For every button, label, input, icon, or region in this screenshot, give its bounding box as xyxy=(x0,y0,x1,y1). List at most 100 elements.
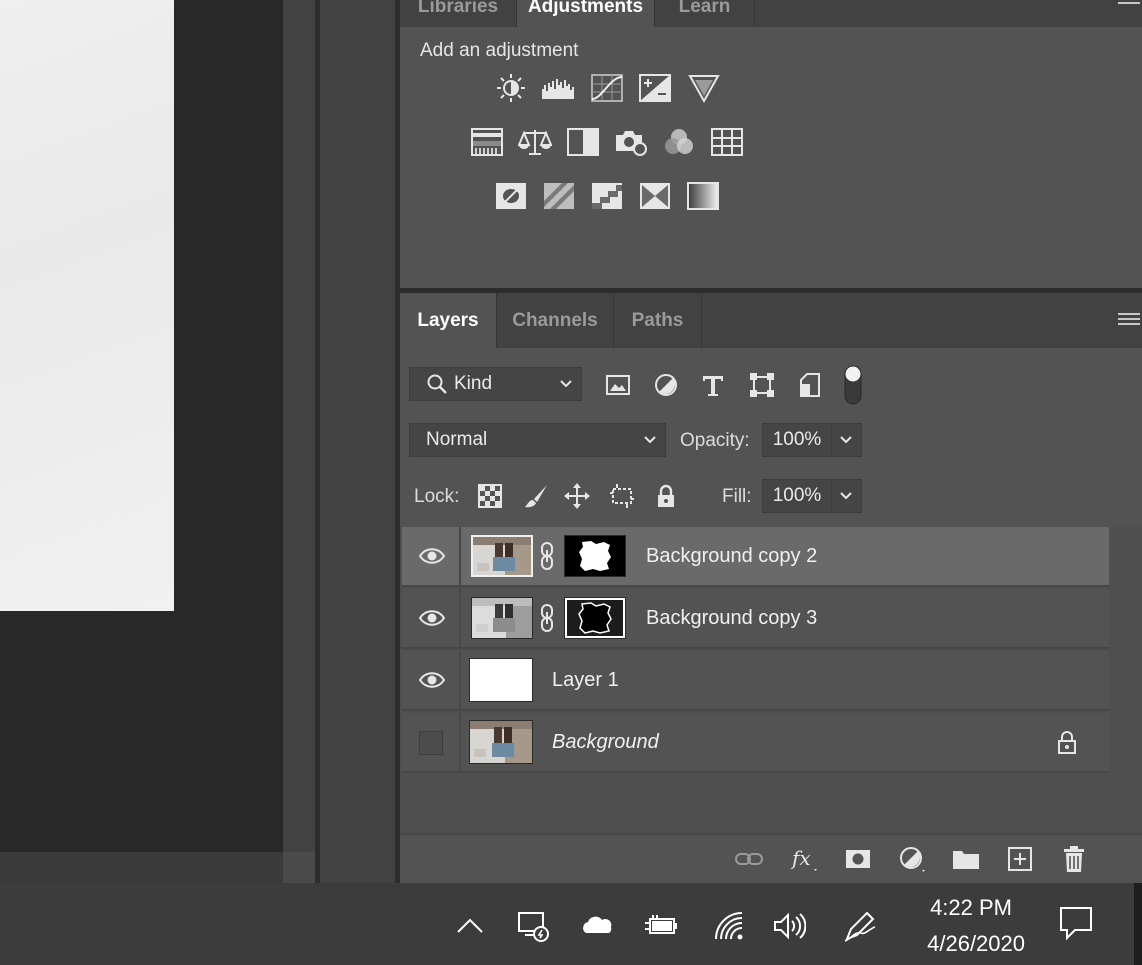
panel-menu-icon[interactable] xyxy=(1118,0,1140,7)
onedrive-cloud-icon[interactable] xyxy=(580,909,614,943)
levels-icon[interactable] xyxy=(541,73,575,103)
curves-icon[interactable] xyxy=(590,73,624,103)
new-layer-icon[interactable] xyxy=(1005,845,1035,873)
visibility-toggle[interactable] xyxy=(402,713,461,771)
visibility-toggle[interactable] xyxy=(402,589,461,647)
color-balance-icon[interactable] xyxy=(518,127,552,157)
layer-filter-dropdown[interactable]: Kind xyxy=(409,367,582,401)
link-layers-icon[interactable] xyxy=(734,845,764,873)
tab-learn[interactable]: Learn xyxy=(655,0,755,27)
tab-label: Adjustments xyxy=(527,0,644,17)
layer-thumbnail[interactable] xyxy=(471,535,533,577)
layer-row-background-copy-2[interactable]: Background copy 2 xyxy=(402,527,1109,587)
svg-text:fx: fx xyxy=(790,846,811,870)
layer-name[interactable]: Background xyxy=(552,713,659,771)
layer-mask-thumbnail[interactable] xyxy=(564,535,626,577)
eye-icon xyxy=(418,546,446,566)
collapsed-panel-dock[interactable] xyxy=(320,0,395,883)
tab-adjustments[interactable]: Adjustments xyxy=(517,0,655,27)
layer-thumbnail[interactable] xyxy=(471,597,533,639)
vertical-scrollbar[interactable] xyxy=(283,0,315,883)
layer-row-background-copy-3[interactable]: Background copy 3 xyxy=(402,589,1109,649)
volume-icon[interactable] xyxy=(772,909,806,943)
gradient-map-icon[interactable] xyxy=(686,181,720,211)
layer-thumbnail[interactable] xyxy=(469,658,533,702)
smart-object-filter-icon[interactable] xyxy=(796,371,824,399)
pen-workspace-icon[interactable] xyxy=(843,909,877,943)
lock-icon[interactable] xyxy=(1056,730,1078,754)
tab-libraries[interactable]: Libraries xyxy=(400,0,517,27)
device-sync-icon[interactable] xyxy=(517,909,551,943)
search-icon xyxy=(426,373,448,395)
vibrance-icon[interactable] xyxy=(687,73,721,103)
horizontal-scrollbar[interactable] xyxy=(0,852,283,883)
clock-date[interactable]: 4/26/2020 xyxy=(927,931,1025,957)
action-center-notification-icon[interactable] xyxy=(1059,905,1093,941)
selective-color-icon[interactable] xyxy=(638,181,672,211)
layer-name[interactable]: Layer 1 xyxy=(552,651,619,709)
lock-transparent-pixels-icon[interactable] xyxy=(476,482,504,510)
layer-row-layer-1[interactable]: Layer 1 xyxy=(402,651,1109,711)
visibility-toggle[interactable] xyxy=(402,527,461,585)
hue-saturation-icon[interactable] xyxy=(470,127,504,157)
artboard-lock-icon[interactable] xyxy=(608,482,636,510)
visibility-toggle[interactable] xyxy=(402,651,461,709)
adjustment-layer-filter-icon[interactable] xyxy=(652,371,680,399)
invert-icon[interactable] xyxy=(494,181,528,211)
opacity-slider-button[interactable] xyxy=(831,423,862,457)
shape-layer-filter-icon[interactable] xyxy=(748,371,776,399)
scrollbar-corner xyxy=(283,852,315,883)
pixel-layer-filter-icon[interactable] xyxy=(604,371,632,399)
filter-toggle-switch[interactable] xyxy=(844,365,862,405)
panel-menu-icon[interactable] xyxy=(1118,310,1140,328)
chevron-up-icon[interactable] xyxy=(453,909,487,943)
fill-label: Fill: xyxy=(722,486,752,507)
opacity-value: 100% xyxy=(772,429,822,450)
tab-paths[interactable]: Paths xyxy=(614,293,702,348)
link-icon[interactable] xyxy=(539,603,555,633)
fill-slider-button[interactable] xyxy=(831,479,862,513)
brush-icon[interactable] xyxy=(522,482,550,510)
layer-row-background[interactable]: Background xyxy=(402,713,1109,773)
tab-channels[interactable]: Channels xyxy=(497,293,614,348)
tab-layers[interactable]: Layers xyxy=(400,293,497,348)
tab-label: Layers xyxy=(417,309,479,331)
layer-thumbnail[interactable] xyxy=(469,720,533,764)
chevron-down-icon xyxy=(839,491,853,501)
layer-name[interactable]: Background copy 2 xyxy=(646,527,817,585)
lock-all-icon[interactable] xyxy=(652,482,680,510)
add-mask-icon[interactable] xyxy=(843,845,873,873)
color-lookup-icon[interactable] xyxy=(710,127,744,157)
new-group-folder-icon[interactable] xyxy=(951,845,981,873)
adjustments-panel: Libraries Adjustments Learn Add an adjus… xyxy=(400,0,1142,288)
exposure-icon[interactable] xyxy=(638,73,672,103)
chevron-down-icon xyxy=(559,379,573,389)
clock-time[interactable]: 4:22 PM xyxy=(930,895,1012,921)
posterize-icon[interactable] xyxy=(542,181,576,211)
opacity-input[interactable]: 100% xyxy=(762,423,832,457)
fill-input[interactable]: 100% xyxy=(762,479,832,513)
document-image[interactable] xyxy=(0,0,174,611)
move-icon[interactable] xyxy=(563,482,591,510)
wifi-icon[interactable] xyxy=(712,909,746,943)
blend-mode-dropdown[interactable]: Normal xyxy=(409,423,666,457)
new-adjustment-layer-icon[interactable] xyxy=(897,845,927,873)
adjustments-title: Add an adjustment xyxy=(420,40,579,61)
black-white-icon[interactable] xyxy=(566,127,600,157)
photo-filter-icon[interactable] xyxy=(614,127,648,157)
channel-mixer-icon[interactable] xyxy=(662,127,696,157)
delete-layer-trash-icon[interactable] xyxy=(1059,845,1089,873)
chevron-down-icon xyxy=(643,435,657,445)
layer-mask-thumbnail[interactable] xyxy=(564,597,626,639)
type-layer-filter-icon[interactable] xyxy=(699,371,727,399)
link-icon[interactable] xyxy=(539,541,555,571)
show-desktop-button[interactable] xyxy=(1134,883,1142,965)
battery-charging-icon[interactable] xyxy=(644,909,678,943)
layers-footer-toolbar: fx xyxy=(400,833,1142,883)
layers-panel: Layers Channels Paths Kind Normal Opacit… xyxy=(400,293,1142,883)
layer-style-fx-icon[interactable]: fx xyxy=(789,845,819,873)
layer-name[interactable]: Background copy 3 xyxy=(646,589,817,647)
brightness-contrast-icon[interactable] xyxy=(494,73,528,103)
threshold-icon[interactable] xyxy=(590,181,624,211)
tab-label: Paths xyxy=(631,309,684,331)
